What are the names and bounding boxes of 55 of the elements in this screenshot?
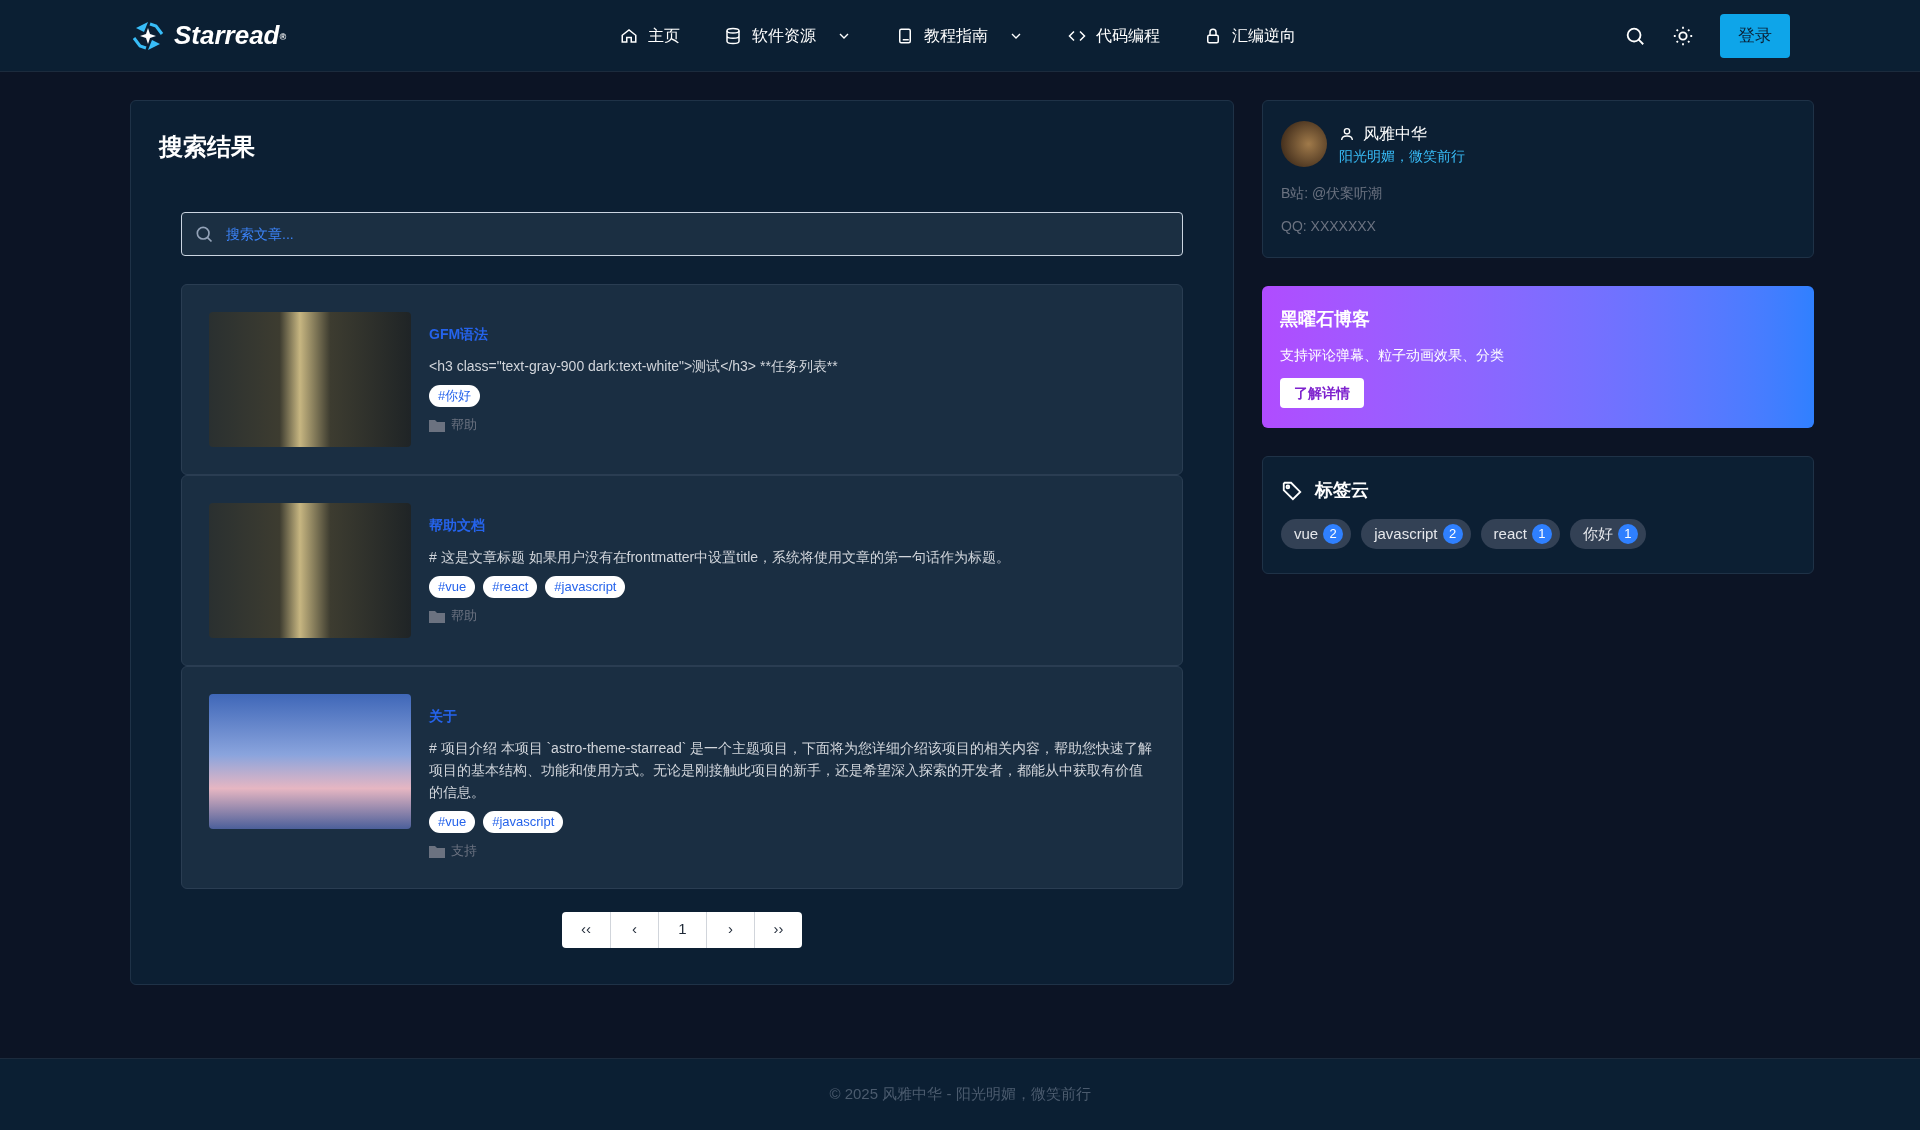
- pagination-button[interactable]: 1: [658, 911, 706, 948]
- article-category: 帮助: [451, 416, 477, 434]
- nav-link[interactable]: 软件资源: [724, 23, 852, 48]
- search-field[interactable]: 搜索文章...: [181, 212, 1183, 256]
- article-excerpt: # 这是文章标题 如果用户没有在frontmatter中设置title，系统将使用文章的第一句话作为标题。: [429, 548, 1011, 567]
- tag-icon: [1281, 479, 1303, 502]
- article-excerpt: <h3 class="text-gray-900 dark:text-white">测试</h3> **任务列表**: [429, 357, 838, 376]
- promo-text: 支持评论弹幕、粒子动画效果、分类: [1280, 346, 1504, 365]
- search-icon: [194, 224, 214, 244]
- tag-chip[interactable]: #你好: [429, 385, 481, 407]
- folder-icon: [429, 417, 445, 432]
- tag-chip[interactable]: #react: [483, 576, 538, 598]
- tag-cloud-item[interactable]: javascript 2: [1361, 519, 1471, 549]
- nav-link[interactable]: 教程指南: [896, 23, 1024, 48]
- profile-name: 风雅中华: [1363, 123, 1427, 144]
- book-icon: [896, 26, 914, 45]
- article-category: 支持: [451, 842, 477, 860]
- pagination-button[interactable]: ›: [706, 911, 754, 948]
- avatar: [1281, 121, 1327, 167]
- tag-chip[interactable]: #javascript: [545, 576, 626, 598]
- page-title: 搜索结果: [159, 132, 255, 162]
- pagination-button[interactable]: ››: [754, 911, 802, 948]
- footer-text: © 2025 风雅中华 - 阳光明媚，微笑前行: [829, 1084, 1091, 1105]
- tag-chip[interactable]: #vue: [429, 576, 476, 598]
- folder-icon: [429, 843, 445, 858]
- nav-link[interactable]: 汇编逆向: [1204, 23, 1296, 48]
- details-button[interactable]: 了解详情: [1280, 378, 1364, 408]
- tag-count: 1: [1617, 524, 1638, 544]
- pagination-button[interactable]: ‹: [610, 911, 658, 948]
- home-icon: [620, 26, 638, 45]
- nav-link[interactable]: 主页: [620, 23, 680, 48]
- nav-link[interactable]: 代码编程: [1068, 23, 1160, 48]
- promo-title: 黑曜石博客: [1280, 308, 1370, 331]
- tag-cloud-item[interactable]: vue 2: [1281, 519, 1352, 549]
- tag-cloud-item[interactable]: 你好 1: [1569, 519, 1646, 549]
- tag-count: 2: [1442, 524, 1463, 544]
- article-category: 帮助: [451, 607, 477, 625]
- tag-count: 1: [1531, 524, 1552, 544]
- tag-cloud-title: 标签云: [1315, 479, 1369, 502]
- user-icon: [1339, 125, 1355, 142]
- tag-cloud-item[interactable]: react 1: [1480, 519, 1560, 549]
- profile-motto: 阳光明媚，微笑前行: [1339, 146, 1465, 166]
- sun-icon[interactable]: [1672, 24, 1694, 47]
- login-button[interactable]: 登录: [1720, 13, 1790, 58]
- pagination-button[interactable]: ‹‹: [562, 911, 610, 948]
- folder-icon: [429, 608, 445, 623]
- tag-count: 2: [1323, 524, 1344, 544]
- tag-chip[interactable]: #vue: [429, 811, 476, 833]
- profile-info: B站: @伏案听潮: [1281, 184, 1384, 203]
- database-icon: [724, 26, 742, 45]
- profile-info: QQ: XXXXXXX: [1281, 217, 1377, 236]
- article-excerpt: # 项目介绍 本项目 `astro-theme-starread` 是一个主题项目，下面将为您详细介绍该项目的相关内容，帮助您快速了解项目的基本结构、功能和使用方式。无论是刚接触此项目的新手，还是希望深入探索的开发者，都能从中获取有价值的信息。: [429, 739, 1154, 802]
- site-logo[interactable]: Starread$^{®}$: [174, 16, 287, 55]
- tag-chip[interactable]: #javascript: [483, 811, 564, 833]
- lock-icon: [1204, 26, 1222, 45]
